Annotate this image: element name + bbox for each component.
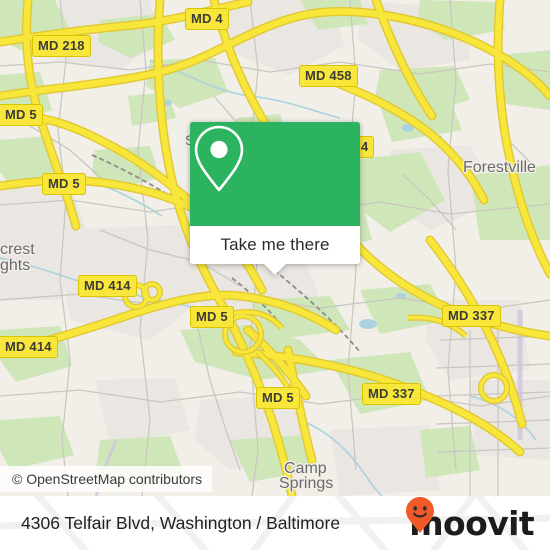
road-shield: MD 337: [362, 383, 421, 405]
take-me-there-button[interactable]: Take me there: [220, 235, 329, 255]
road-shield: MD 458: [299, 65, 358, 87]
place-label-heights: ghts: [0, 257, 31, 274]
callout-icon-area: [190, 122, 360, 226]
road-shield: MD 414: [0, 336, 58, 358]
road-shield: MD 218: [32, 35, 91, 57]
road-shield: MD 337: [442, 305, 501, 327]
place-label-forestville: Forestville: [463, 159, 536, 176]
road-shield: MD 5: [256, 387, 300, 409]
address-text: 4306 Telfair Blvd, Washington / Baltimor…: [21, 512, 341, 533]
map-screenshot: MD 4 MD 458 MD 218 MD 5 MD 5 4 MD 414 MD…: [0, 0, 550, 550]
footer-bar: 4306 Telfair Blvd, Washington / Baltimor…: [0, 496, 550, 550]
map-canvas[interactable]: MD 4 MD 458 MD 218 MD 5 MD 5 4 MD 414 MD…: [0, 0, 550, 496]
road-shield: MD 5: [190, 306, 234, 328]
road-shield: MD 5: [42, 173, 86, 195]
callout-pointer-tail: [264, 264, 286, 275]
place-label-springs: Springs: [279, 475, 334, 492]
osm-attribution[interactable]: © OpenStreetMap contributors: [0, 466, 213, 492]
road-shield: MD 414: [78, 275, 137, 297]
location-callout-card[interactable]: Take me there: [190, 122, 360, 275]
place-label-hillcrest: crest: [0, 241, 35, 258]
place-label-camp: Camp: [284, 460, 327, 477]
callout-action-area[interactable]: Take me there: [190, 226, 360, 275]
road-shield: MD 5: [0, 104, 43, 126]
moovit-logo[interactable]: moovit: [405, 496, 535, 550]
road-shield: MD 4: [185, 8, 229, 30]
